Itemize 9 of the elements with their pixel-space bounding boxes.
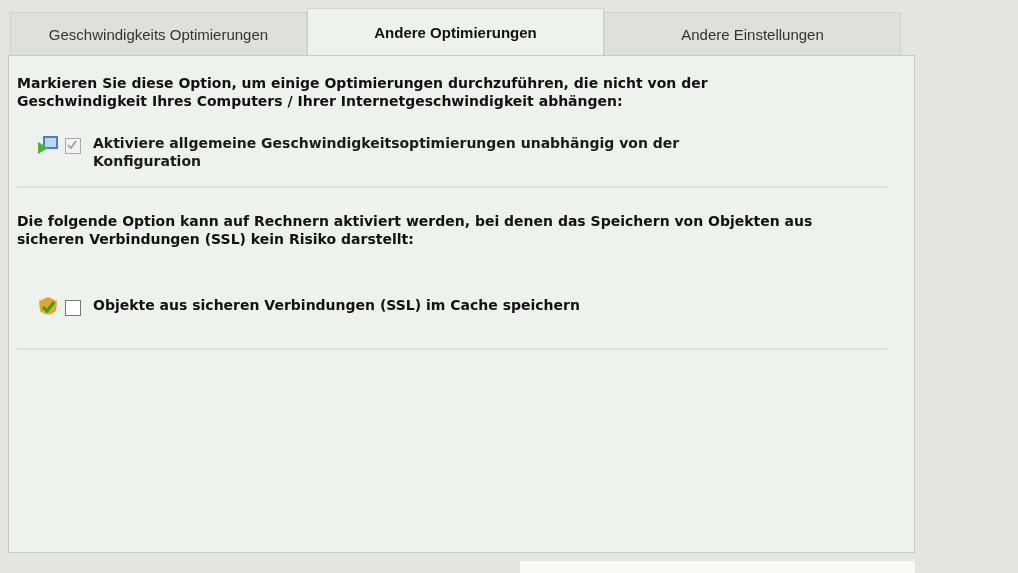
option-label: Aktiviere allgemeine Geschwindigkeitsoptimierungen unabhängig von der Konfiguration <box>93 134 681 170</box>
tab[interactable]: Andere Einstellungen <box>604 12 901 55</box>
tab[interactable]: Andere Optimierungen <box>307 8 604 55</box>
description-text: Die folgende Option kann auf Rechnern aktiviert werden, bei denen das Speichern von Objekten aus sicheren Verbindungen (SSL) kein Risiko darstellt: <box>17 212 814 248</box>
monitor-icon <box>37 134 59 156</box>
tab[interactable]: Geschwindigkeits Optimierungen <box>10 12 307 55</box>
option-label: Objekte aus sicheren Verbindungen (SSL) im Cache speichern <box>93 296 580 314</box>
checkbox[interactable] <box>65 300 81 316</box>
description-text: Markieren Sie diese Option, um einige Optimierungen durchzuführen, die nicht von der Geschwindigkeit Ihres Computers / Ihrer Internetgeschwindigkeit abhängen: <box>17 74 709 110</box>
